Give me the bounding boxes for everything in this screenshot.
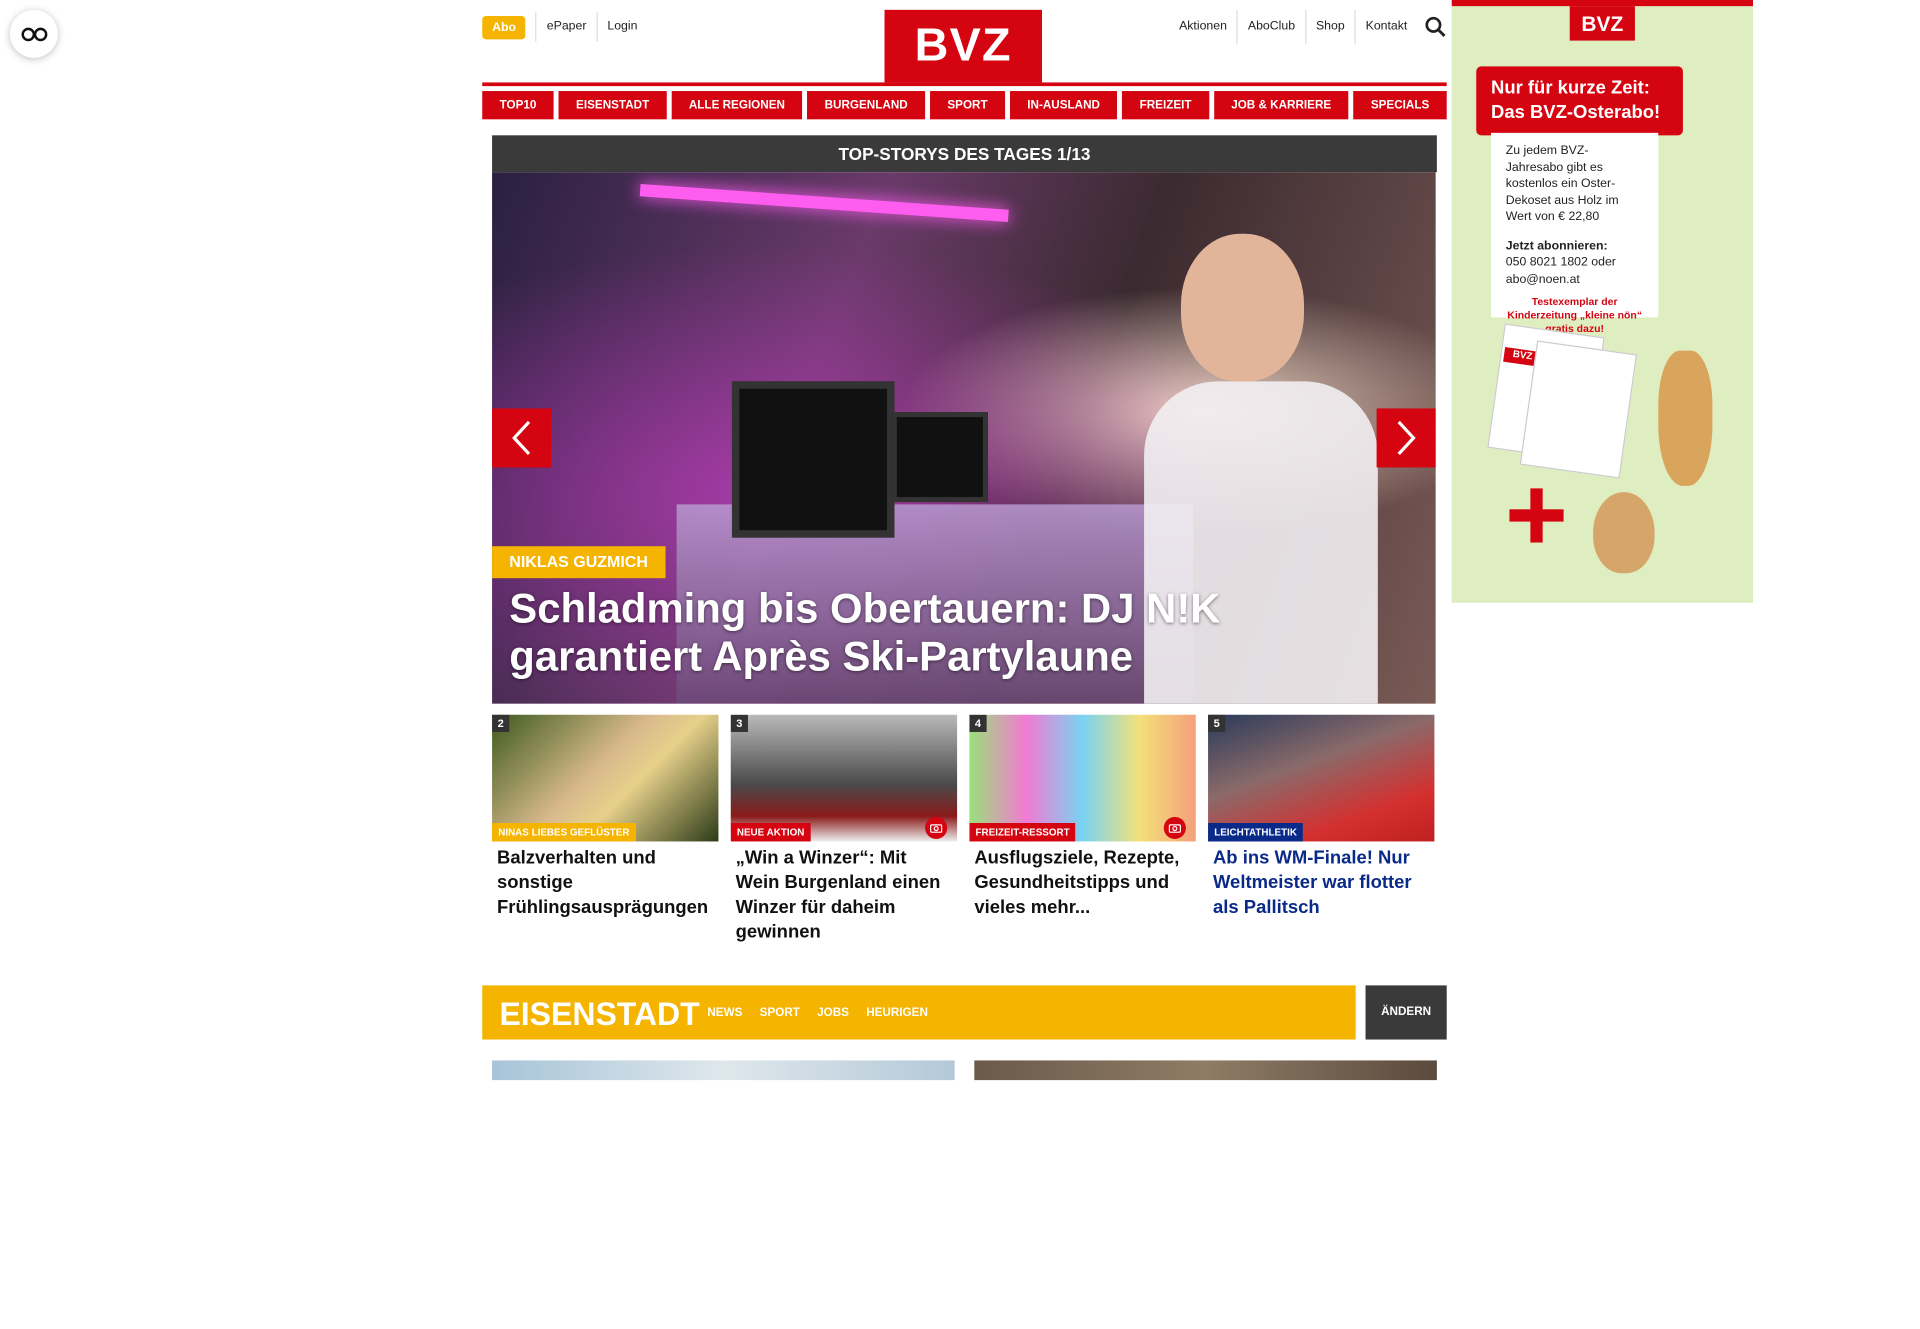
hero-image-neon: [639, 183, 1009, 222]
page: Abo ePaper Login Aktionen AboClub Shop K…: [0, 0, 1920, 1329]
ad-bunny-decoration: [1658, 350, 1713, 486]
teaser-category: NEUE AKTION: [730, 823, 811, 842]
chevron-right-icon: [1397, 420, 1416, 456]
ad-magazines-image: BVZ: [1486, 323, 1639, 479]
ad-cta-body: 050 8021 1802 oder abo@noen.at: [1505, 255, 1616, 287]
hero-image-person-head: [1180, 233, 1305, 382]
teaser-card[interactable]: 2 NINAS LIEBES GEFLÜSTER Balzverhalten u…: [492, 714, 719, 945]
ad-banner-line-1: Nur für kurze Zeit:: [1491, 77, 1650, 99]
ad-egg-decoration: [1593, 492, 1655, 574]
top-right-links: Aktionen AboClub Shop Kontakt: [1169, 9, 1447, 45]
teaser-title[interactable]: Ausflugsziele, Rezepte, Gesundheitstipps…: [969, 841, 1195, 920]
nav-item-eisenstadt[interactable]: EISENSTADT: [558, 91, 667, 120]
teaser-image: 5 LEICHTATHLETIK: [1208, 714, 1435, 842]
hero-tag: NIKLAS GUZMICH: [492, 546, 666, 579]
teaser-list: 2 NINAS LIEBES GEFLÜSTER Balzverhalten u…: [492, 714, 1436, 945]
teaser-number: 4: [969, 714, 987, 732]
camera-icon: [925, 816, 948, 839]
nav-item-sport[interactable]: SPORT: [929, 91, 1005, 120]
header-divider: [482, 82, 1447, 87]
article-image-preview[interactable]: [974, 1060, 1437, 1081]
nav-item-top10[interactable]: TOP10: [482, 91, 554, 120]
teaser-category: LEICHTATHLETIK: [1208, 823, 1304, 842]
hero-image-monitor-2: [891, 412, 988, 502]
abo-button[interactable]: Abo: [482, 15, 526, 39]
ad-cta-title: Jetzt abonnieren:: [1505, 239, 1608, 253]
reader-mode-button[interactable]: [9, 9, 58, 58]
teaser-title[interactable]: „Win a Winzer“: Mit Wein Burgenland eine…: [731, 841, 957, 944]
ad-text-card: Zu jedem BVZ-Jahresabo gibt es kostenlos…: [1491, 132, 1659, 335]
main-nav: TOP10 EISENSTADT ALLE REGIONEN BURGENLAN…: [482, 91, 1447, 120]
region-link-news[interactable]: NEWS: [707, 1006, 742, 1020]
aboclub-link[interactable]: AboClub: [1236, 9, 1305, 45]
nav-item-specials[interactable]: SPECIALS: [1353, 91, 1447, 120]
nav-item-job-karriere[interactable]: JOB & KARRIERE: [1213, 91, 1349, 120]
nav-item-burgenland[interactable]: BURGENLAND: [807, 91, 926, 120]
teaser-card[interactable]: 4 FREIZEIT-RESSORT Ausflugsziele, Rezept…: [969, 714, 1196, 945]
nav-item-freizeit[interactable]: FREIZEIT: [1122, 91, 1209, 120]
search-icon[interactable]: [1425, 16, 1447, 38]
glasses-icon: [20, 27, 47, 41]
region-link-sport[interactable]: SPORT: [760, 1006, 800, 1020]
region-link-heurigen[interactable]: HEURIGEN: [866, 1006, 928, 1020]
epaper-link[interactable]: ePaper: [535, 12, 597, 42]
plus-icon: [1509, 509, 1564, 522]
carousel-next-button[interactable]: [1376, 408, 1436, 468]
bvz-logo[interactable]: BVZ: [884, 9, 1042, 83]
aktionen-link[interactable]: Aktionen: [1169, 10, 1237, 44]
article-image-preview[interactable]: [492, 1060, 955, 1081]
teaser-category: NINAS LIEBES GEFLÜSTER: [492, 823, 636, 842]
region-bar: EISENSTADT NEWS SPORT JOBS HEURIGEN: [482, 985, 1356, 1040]
region-links: NEWS SPORT JOBS HEURIGEN: [707, 985, 928, 1039]
chevron-left-icon: [512, 420, 531, 456]
top-left-links: Abo ePaper Login: [482, 12, 647, 42]
ad-banner-line-2: Das BVZ-Osterabo!: [1491, 102, 1661, 124]
advertisement[interactable]: BVZ Nur für kurze Zeit: Das BVZ-Osterabo…: [1451, 0, 1754, 603]
teaser-card[interactable]: 3 NEUE AKTION „Win a Winzer“: Mit Wein B…: [730, 714, 958, 945]
top-stories-header: TOP-STORYS DES TAGES 1/13: [492, 135, 1437, 173]
nav-item-alle-regionen[interactable]: ALLE REGIONEN: [671, 91, 803, 120]
region-link-jobs[interactable]: JOBS: [817, 1006, 849, 1020]
teaser-image: 4 FREIZEIT-RESSORT: [969, 714, 1196, 842]
teaser-number: 3: [730, 714, 748, 732]
teaser-title[interactable]: Balzverhalten und sonstige Frühlingsausp…: [492, 841, 718, 920]
teaser-image: 2 NINAS LIEBES GEFLÜSTER: [492, 714, 719, 842]
ad-magazine: [1519, 340, 1638, 479]
hero-title[interactable]: Schladming bis Obertauern: DJ N!K garant…: [509, 586, 1395, 682]
hero-image-monitor: [731, 381, 895, 538]
teaser-image: 3 NEUE AKTION: [730, 714, 958, 842]
kontakt-link[interactable]: Kontakt: [1354, 9, 1418, 45]
camera-icon: [1163, 816, 1186, 839]
teaser-category: FREIZEIT-RESSORT: [969, 823, 1076, 842]
nav-item-in-ausland[interactable]: IN-AUSLAND: [1009, 91, 1118, 120]
ad-body: Zu jedem BVZ-Jahresabo gibt es kostenlos…: [1505, 143, 1619, 224]
teaser-card[interactable]: 5 LEICHTATHLETIK Ab ins WM-Finale! Nur W…: [1208, 714, 1435, 945]
login-link[interactable]: Login: [596, 12, 647, 42]
shop-link[interactable]: Shop: [1304, 9, 1355, 45]
change-region-button[interactable]: ÄNDERN: [1365, 985, 1447, 1040]
teaser-number: 5: [1208, 714, 1226, 732]
teaser-title[interactable]: Ab ins WM-Finale! Nur Weltmeister war fl…: [1208, 841, 1434, 920]
carousel-prev-button[interactable]: [492, 408, 552, 468]
ad-banner: Nur für kurze Zeit: Das BVZ-Osterabo!: [1476, 66, 1683, 136]
region-name[interactable]: EISENSTADT: [499, 985, 699, 1039]
teaser-number: 2: [492, 714, 510, 732]
ad-logo: BVZ: [1569, 6, 1635, 41]
